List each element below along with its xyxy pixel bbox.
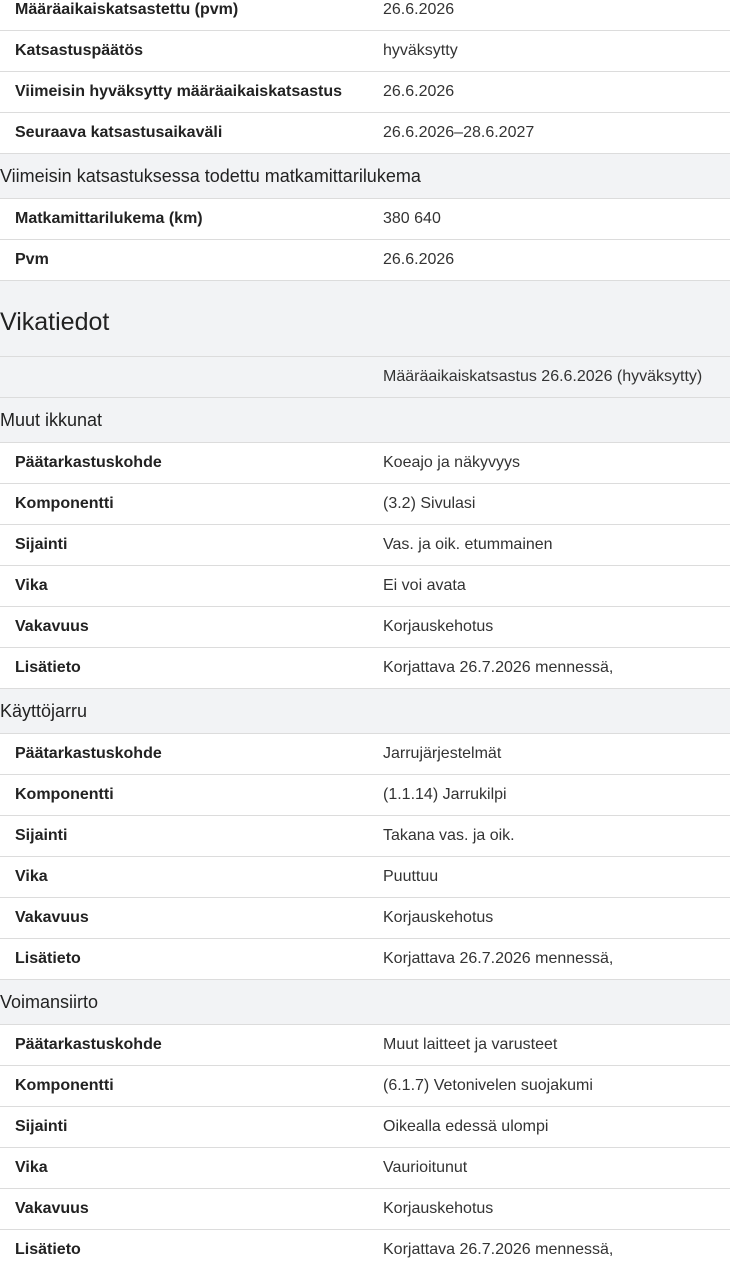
table-row: Seuraava katsastusaikaväli 26.6.2026–28.… (0, 113, 730, 154)
row-value: Korjauskehotus (383, 618, 494, 635)
row-value: (1.1.14) Jarrukilpi (383, 786, 507, 803)
row-value: Korjauskehotus (383, 1200, 494, 1217)
row-value: hyväksytty (383, 42, 458, 59)
row-label: Päätarkastuskohde (15, 454, 162, 471)
table-row: Katsastuspäätös hyväksytty (0, 31, 730, 72)
row-label: Vakavuus (15, 909, 89, 926)
faults-heading: Vikatiedot (0, 281, 730, 357)
fault-group-table: Päätarkastuskohde Muut laitteet ja varus… (0, 1025, 730, 1267)
row-label: Viimeisin hyväksytty määräaikaiskatsastu… (15, 83, 343, 100)
row-label: Vika (15, 1159, 48, 1176)
row-value: 26.6.2026 (383, 1, 455, 18)
row-value: Korjattava 26.7.2026 mennessä, (383, 659, 614, 676)
row-value: Ei voi avata (383, 577, 466, 594)
row-label: Vakavuus (15, 618, 89, 635)
table-row: Määräaikaiskatsastettu (pvm) 26.6.2026 (0, 0, 730, 31)
vehicle-report-page: Määräaikaiskatsastettu (pvm) 26.6.2026 K… (0, 0, 730, 1267)
odometer-heading: Viimeisin katsastuksessa todettu matkami… (0, 154, 730, 199)
row-value: 26.6.2026 (383, 83, 455, 100)
row-value: Oikealla edessä ulompi (383, 1118, 549, 1135)
table-row: Vika Vaurioitunut (0, 1148, 730, 1189)
row-label: Lisätieto (15, 1241, 81, 1258)
fault-group-table: Päätarkastuskohde Jarrujärjestelmät Komp… (0, 734, 730, 980)
table-row: Matkamittarilukema (km) 380 640 (0, 199, 730, 240)
row-label: Lisätieto (15, 659, 81, 676)
table-row: Lisätieto Korjattava 26.7.2026 mennessä, (0, 648, 730, 689)
table-row: Vakavuus Korjauskehotus (0, 898, 730, 939)
row-value: Puuttuu (383, 868, 439, 885)
table-row: Sijainti Takana vas. ja oik. (0, 816, 730, 857)
row-label: Vakavuus (15, 1200, 89, 1217)
row-value: 380 640 (383, 210, 441, 227)
table-row: Sijainti Vas. ja oik. etummainen (0, 525, 730, 566)
table-row: Päätarkastuskohde Muut laitteet ja varus… (0, 1025, 730, 1066)
fault-group-heading: Käyttöjarru (0, 689, 730, 734)
row-label: Katsastuspäätös (15, 42, 144, 59)
row-label: Lisätieto (15, 950, 81, 967)
row-value: Muut laitteet ja varusteet (383, 1036, 558, 1053)
fault-inspection-label: Määräaikaiskatsastus 26.6.2026 (hyväksyt… (383, 368, 703, 385)
row-label: Pvm (15, 251, 49, 268)
row-value: Jarrujärjestelmät (383, 745, 502, 762)
table-row: Päätarkastuskohde Jarrujärjestelmät (0, 734, 730, 775)
table-row: Vakavuus Korjauskehotus (0, 1189, 730, 1230)
row-label: Määräaikaiskatsastettu (pvm) (15, 1, 239, 18)
row-label: Vika (15, 868, 48, 885)
table-row: Lisätieto Korjattava 26.7.2026 mennessä, (0, 939, 730, 980)
row-value: 26.6.2026 (383, 251, 455, 268)
row-label: Seuraava katsastusaikaväli (15, 124, 223, 141)
row-value: (6.1.7) Vetonivelen suojakumi (383, 1077, 593, 1094)
table-row: Sijainti Oikealla edessä ulompi (0, 1107, 730, 1148)
table-row: Vakavuus Korjauskehotus (0, 607, 730, 648)
table-row: Komponentti (6.1.7) Vetonivelen suojakum… (0, 1066, 730, 1107)
table-row: Pvm 26.6.2026 (0, 240, 730, 281)
row-label: Matkamittarilukema (km) (15, 210, 203, 227)
row-label: Komponentti (15, 786, 114, 803)
row-value: Takana vas. ja oik. (383, 827, 515, 844)
odometer-table: Matkamittarilukema (km) 380 640 Pvm 26.6… (0, 199, 730, 281)
row-label: Päätarkastuskohde (15, 745, 162, 762)
table-row: Komponentti (3.2) Sivulasi (0, 484, 730, 525)
row-value: (3.2) Sivulasi (383, 495, 476, 512)
table-row: Vika Ei voi avata (0, 566, 730, 607)
row-label: Päätarkastuskohde (15, 1036, 162, 1053)
fault-group-heading: Voimansiirto (0, 980, 730, 1025)
inspection-table: Määräaikaiskatsastettu (pvm) 26.6.2026 K… (0, 0, 730, 154)
table-row: Komponentti (1.1.14) Jarrukilpi (0, 775, 730, 816)
fault-group-heading: Muut ikkunat (0, 398, 730, 443)
table-row: Päätarkastuskohde Koeajo ja näkyvyys (0, 443, 730, 484)
table-row: Viimeisin hyväksytty määräaikaiskatsastu… (0, 72, 730, 113)
row-value: Vas. ja oik. etummainen (383, 536, 553, 553)
row-value: 26.6.2026–28.6.2027 (383, 124, 535, 141)
row-label: Komponentti (15, 495, 114, 512)
row-value: Korjauskehotus (383, 909, 494, 926)
row-value: Korjattava 26.7.2026 mennessä, (383, 950, 614, 967)
row-value: Koeajo ja näkyvyys (383, 454, 520, 471)
fault-inspection-row: Määräaikaiskatsastus 26.6.2026 (hyväksyt… (0, 357, 730, 398)
row-label: Vika (15, 577, 48, 594)
row-value: Vaurioitunut (383, 1159, 468, 1176)
table-row: Vika Puuttuu (0, 857, 730, 898)
table-row: Lisätieto Korjattava 26.7.2026 mennessä, (0, 1230, 730, 1267)
fault-group-table: Päätarkastuskohde Koeajo ja näkyvyys Kom… (0, 443, 730, 689)
row-label: Sijainti (15, 536, 68, 553)
row-label: Komponentti (15, 1077, 114, 1094)
row-label: Sijainti (15, 1118, 68, 1135)
row-value: Korjattava 26.7.2026 mennessä, (383, 1241, 614, 1258)
row-label: Sijainti (15, 827, 68, 844)
